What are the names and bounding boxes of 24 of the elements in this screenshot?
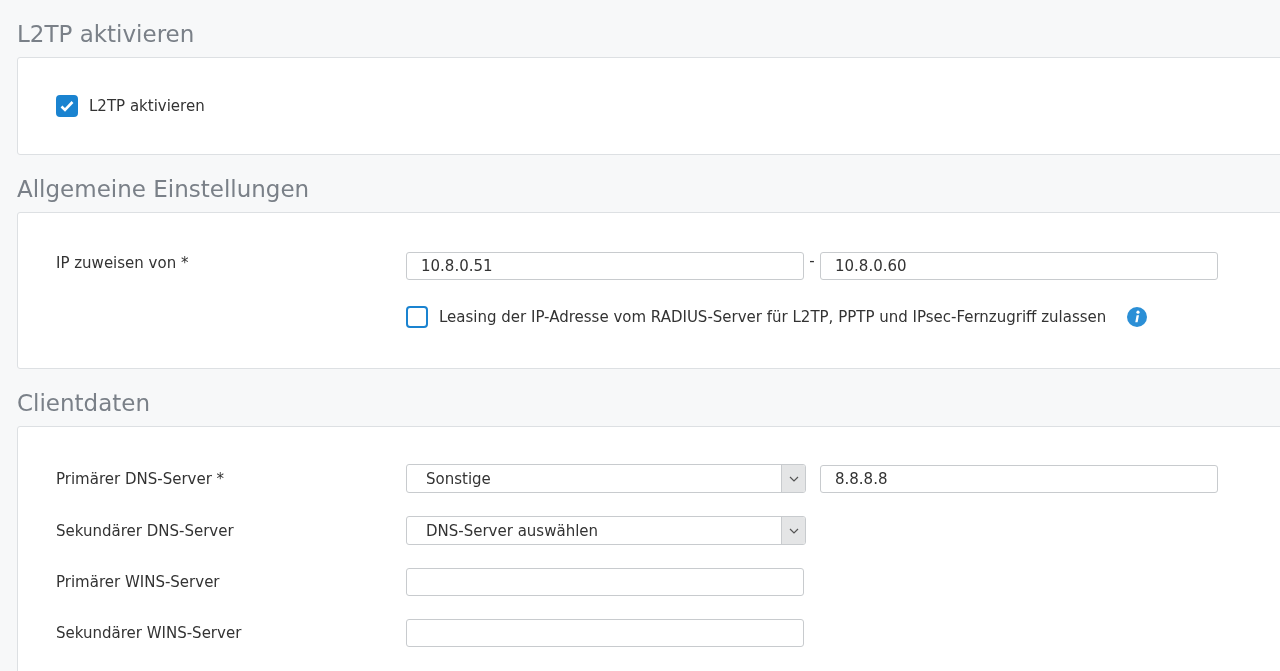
field-label: IP zuweisen von *	[56, 254, 190, 272]
field-label: Sekundärer WINS-Server	[56, 624, 243, 642]
checkbox[interactable]	[406, 306, 428, 328]
input-field[interactable]: 10.8.0.51	[406, 252, 804, 280]
caret-icon	[788, 527, 799, 534]
checkbox-label: L2TP aktivieren	[89, 97, 205, 115]
section-heading: L2TP aktivieren	[17, 20, 196, 49]
info-icon[interactable]	[1127, 307, 1148, 327]
dropdown[interactable]: Sonstige	[406, 464, 806, 493]
dropdown[interactable]: DNS-Server auswählen	[406, 516, 806, 545]
field-label: Sekundärer DNS-Server	[56, 521, 235, 540]
caret-icon	[788, 475, 799, 482]
section-heading: Clientdaten	[17, 389, 152, 418]
input-field[interactable]: 8.8.8.8	[820, 464, 1218, 493]
section-heading: Allgemeine Einstellungen	[17, 175, 311, 204]
checkbox[interactable]	[56, 95, 78, 117]
range-separator: -	[808, 252, 816, 270]
checkmark-icon	[60, 100, 74, 112]
field-label: Primärer DNS-Server *	[56, 469, 226, 488]
input-field[interactable]	[406, 619, 804, 647]
input-field[interactable]: 10.8.0.60	[820, 252, 1218, 280]
field-label: Primärer WINS-Server	[56, 573, 221, 591]
checkbox-label: Leasing der IP-Adresse vom RADIUS-Server für L2TP, PPTP und IPsec-Fernzugriff zulassen	[439, 308, 1107, 326]
input-field[interactable]	[406, 568, 804, 596]
